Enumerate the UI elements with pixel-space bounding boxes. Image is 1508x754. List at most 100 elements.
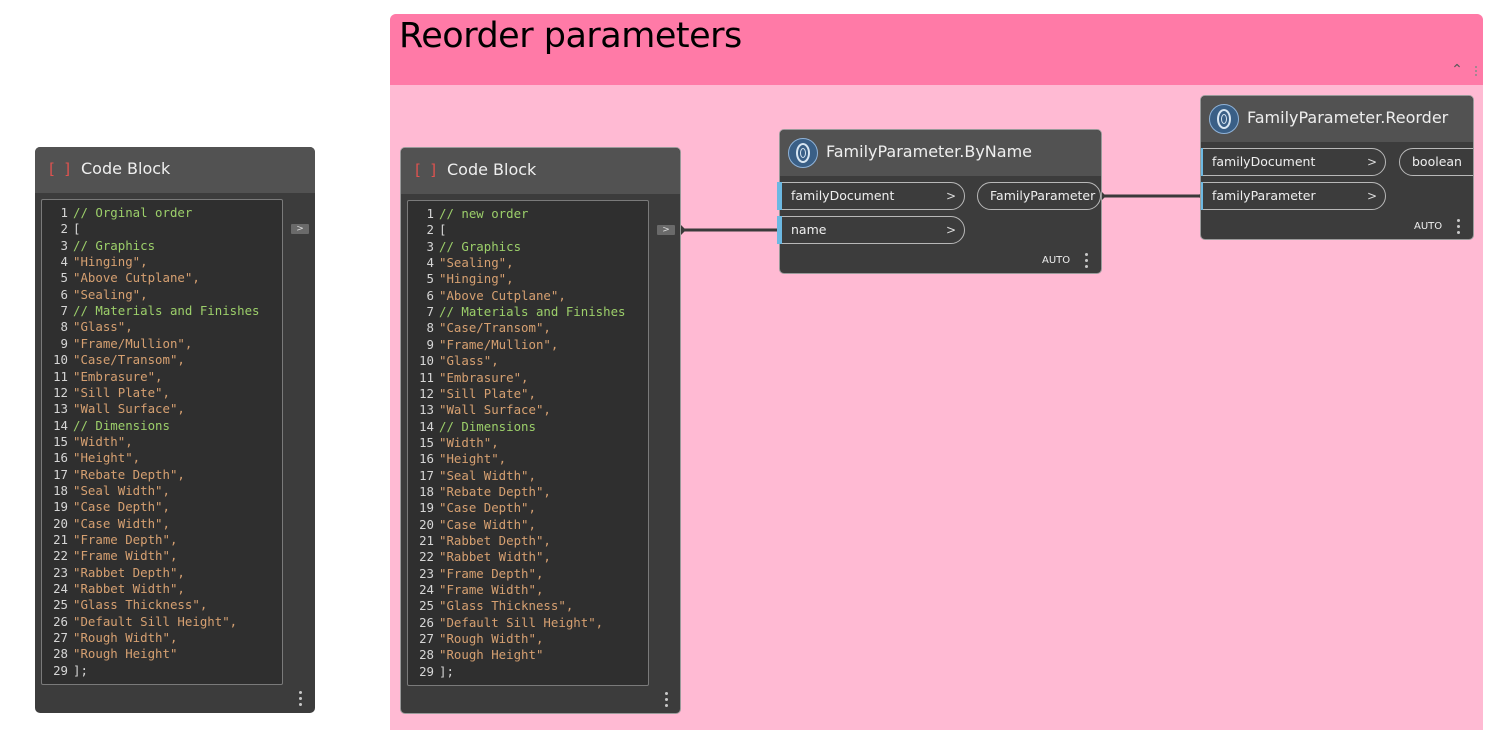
code-line[interactable]: 2[ [408,222,447,238]
code-line[interactable]: 27 "Rough Width", [42,630,177,646]
code-line[interactable]: 18 "Seal Width", [42,483,170,499]
code-line[interactable]: 11 "Embrasure", [42,368,162,385]
code-line[interactable]: 22 "Rabbet Width", [408,549,551,565]
code-text: "Wall Surface", [439,402,551,418]
code-line[interactable]: 19 "Case Depth", [408,500,536,516]
code-line[interactable]: 24 "Frame Width", [408,582,543,598]
code-line[interactable]: 25 "Glass Thickness", [42,597,207,613]
code-line[interactable]: 22 "Frame Width", [42,548,177,564]
port-indicator [1201,182,1203,210]
code-block-node-original[interactable]: [ ] Code Block 1// Orginal order 2[3// Gr… [35,147,315,713]
node-menu-icon[interactable] [299,691,303,709]
code-line[interactable]: 12 "Sill Plate", [42,385,170,401]
code-line[interactable]: 26 "Default Sill Height", [408,615,603,631]
node-header[interactable]: FamilyParameter.ByName [780,130,1101,176]
code-line[interactable]: 21 "Rabbet Depth", [408,533,551,549]
output-port[interactable]: > [291,224,309,234]
code-line[interactable]: 27 "Rough Width", [408,631,543,647]
port-indicator [777,182,782,210]
input-port-name[interactable]: name > [777,216,965,244]
line-number: 11 [53,368,68,384]
code-line[interactable]: 16 "Height", [408,451,506,467]
code-text: "Sealing", [439,255,514,271]
code-line[interactable]: 28 "Rough Height" [408,647,543,663]
input-port-familyparameter[interactable]: familyParameter > [1201,182,1386,210]
lacing-label[interactable]: AUTO [1042,255,1070,266]
node-header[interactable]: [ ] Code Block [35,147,315,193]
code-line[interactable]: 15 "Width", [42,434,133,450]
code-line[interactable]: 9 "Frame/Mullion", [408,337,559,353]
code-text: // Orginal order [73,205,193,220]
code-line[interactable]: 23 "Frame Depth", [408,566,543,582]
code-editor[interactable]: 1// Orginal order 2[3// Graphics 4 "Hinging… [41,199,283,685]
output-port-boolean[interactable]: boolean [1399,148,1473,176]
code-line[interactable]: 21 "Frame Depth", [42,532,177,548]
code-line[interactable]: 18 "Rebate Depth", [408,484,551,500]
code-line[interactable]: 16 "Height", [42,450,140,466]
group-title[interactable]: Reorder parameters [399,16,742,56]
code-text: // Graphics [73,237,156,253]
code-editor[interactable]: 1// new order 2[3// Graphics 4 "Sealing", 5 "… [407,200,649,686]
port-label: familyDocument [1212,154,1316,169]
code-line[interactable]: 23 "Rabbet Depth", [42,565,185,581]
code-line[interactable]: 5 "Above Cutplane", [42,270,200,286]
line-number: 13 [53,401,68,417]
node-menu-icon[interactable] [1457,219,1461,237]
code-line[interactable]: 10 "Glass", [408,353,499,369]
input-port-familydocument[interactable]: familyDocument > [1201,148,1386,176]
code-line[interactable]: 9 "Frame/Mullion", [42,336,193,352]
code-line[interactable]: 12 "Sill Plate", [408,386,536,402]
code-line[interactable]: 8 "Glass", [42,319,133,335]
node-title: Code Block [81,159,171,178]
familyparameter-reorder-node[interactable]: FamilyParameter.Reorder familyDocument >… [1200,95,1474,240]
code-line[interactable]: 15 "Width", [408,435,499,451]
code-line[interactable]: 5 "Hinging", [408,271,514,287]
output-port[interactable]: > [657,225,675,235]
node-header[interactable]: [ ] Code Block [401,148,680,194]
code-line[interactable]: 1 // new order [408,206,529,222]
code-line[interactable]: 4 "Sealing", [408,255,514,271]
code-block-node-new[interactable]: [ ] Code Block 1// new order 2[3// Graphi… [400,147,681,714]
code-line[interactable]: 13 "Wall Surface", [42,401,185,417]
code-line[interactable]: 17 "Rebate Depth", [42,467,185,483]
code-line[interactable]: 4 "Hinging", [42,254,148,270]
code-line[interactable]: 10 "Case/Transom", [42,352,185,368]
code-line[interactable]: 14 // Dimensions [408,419,536,435]
code-line[interactable]: 7 // Materials and Finishes [408,304,626,320]
input-port-familydocument[interactable]: familyDocument > [777,182,965,210]
code-line[interactable]: 11 "Embrasure", [408,370,528,386]
code-text: "Frame Depth", [73,532,178,547]
code-line[interactable]: 8 "Case/Transom", [408,320,551,336]
code-line[interactable]: 6 "Above Cutplane", [408,288,566,304]
code-line[interactable]: 26 "Default Sill Height", [42,614,237,630]
collapse-chevron-up-icon[interactable]: ⌃ [1449,62,1465,78]
node-menu-icon[interactable] [1085,253,1089,271]
code-line[interactable]: 19 "Case Depth", [42,499,170,515]
code-line[interactable]: 28 "Rough Height" [42,646,177,662]
code-line[interactable]: 29]; [408,664,454,680]
code-line[interactable]: 3 // Graphics [408,239,522,255]
group-menu-icon[interactable] [1473,66,1479,78]
code-line[interactable]: 3 // Graphics [42,237,156,254]
code-line[interactable]: 25 "Glass Thickness", [408,598,573,614]
familyparameter-byname-node[interactable]: FamilyParameter.ByName familyDocument > … [777,129,1102,274]
code-text: "Default Sill Height", [73,613,238,629]
output-port-familyparameter[interactable]: FamilyParameter [977,182,1101,210]
group-header[interactable]: Reorder parameters ⌃ [390,14,1483,85]
code-text: "Frame Depth", [439,565,544,581]
code-line[interactable]: 7 // Materials and Finishes [42,303,260,319]
code-line[interactable]: 13 "Wall Surface", [408,402,551,418]
code-line[interactable]: 20 "Case Width", [42,516,170,532]
code-line[interactable]: 1 // Orginal order [42,205,193,221]
node-header[interactable]: FamilyParameter.Reorder [1201,96,1473,142]
node-menu-icon[interactable] [665,692,669,710]
lacing-label[interactable]: AUTO [1414,221,1442,232]
code-line[interactable]: 20 "Case Width", [408,517,536,533]
code-line[interactable]: 29]; [42,663,88,679]
code-line[interactable]: 17 "Seal Width", [408,468,536,484]
code-line[interactable]: 2[ [42,221,81,237]
line-number: 2 [426,222,434,238]
code-line[interactable]: 24 "Rabbet Width", [42,581,185,597]
code-line[interactable]: 14 // Dimensions [42,418,170,434]
code-line[interactable]: 6 "Sealing", [42,287,148,303]
